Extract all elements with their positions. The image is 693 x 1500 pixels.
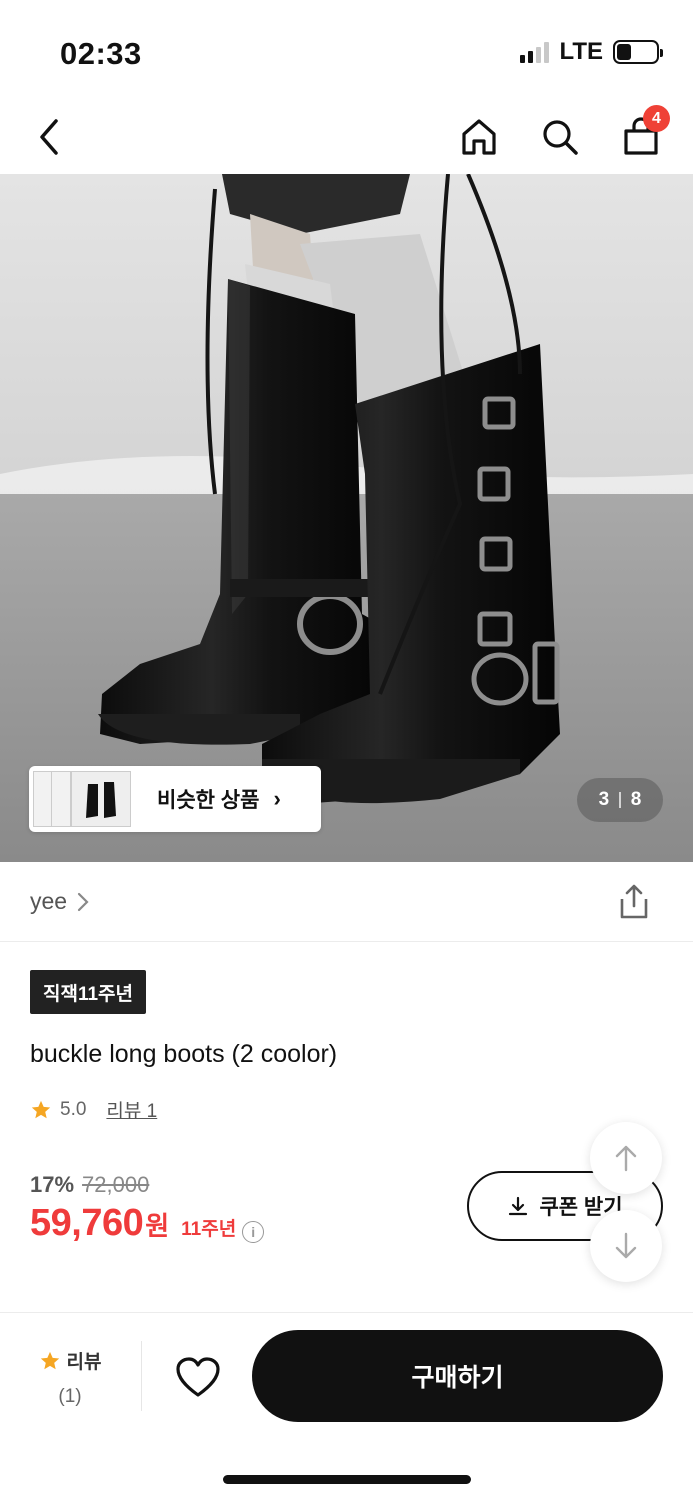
star-icon (40, 1351, 59, 1369)
currency-label: 원 (145, 1211, 170, 1241)
discount-rate: 17% (30, 1172, 75, 1197)
back-icon[interactable] (22, 110, 76, 164)
home-icon[interactable] (452, 110, 506, 164)
cart-count-badge: 4 (643, 105, 670, 132)
status-time: 02:33 (60, 36, 142, 71)
cart-icon[interactable]: 4 (614, 105, 670, 164)
review-tab[interactable]: 리뷰 (1) (28, 1347, 112, 1408)
promo-tag: 직잭11주년 (30, 970, 147, 1014)
similar-products-button[interactable]: 비슷한 상품 › (29, 766, 321, 832)
star-icon (31, 1100, 51, 1118)
review-tab-label: 리뷰 (66, 1352, 102, 1373)
product-image-carousel[interactable]: 비슷한 상품 › 3 8 (0, 174, 693, 862)
similar-products-thumbnails (33, 769, 133, 829)
review-tab-count: (1) (58, 1386, 82, 1407)
rating-value: 5.0 (60, 1098, 87, 1120)
scroll-bottom-button[interactable] (590, 1210, 662, 1282)
chevron-right-icon: › (273, 786, 281, 811)
image-page-indicator: 3 8 (577, 778, 663, 822)
brand-row: yee (0, 862, 693, 942)
original-price: 72,000 (82, 1172, 150, 1197)
chevron-right-icon (77, 892, 89, 911)
page-total: 8 (630, 789, 642, 810)
brand-link[interactable]: yee (30, 888, 89, 915)
buy-button[interactable]: 구매하기 (252, 1330, 663, 1422)
status-indicators: LTE (520, 38, 663, 66)
share-icon[interactable] (614, 882, 654, 922)
bottom-action-bar: 리뷰 (1) 구매하기 (0, 1313, 693, 1500)
status-bar: 02:33 LTE (0, 0, 693, 100)
scroll-top-button[interactable] (590, 1122, 662, 1194)
final-price: 59,760 (30, 1202, 144, 1244)
similar-products-label: 비슷한 상품 (157, 789, 260, 812)
battery-icon (613, 40, 663, 64)
page-current: 3 (598, 789, 610, 810)
product-title: buckle long boots (2 coolor) (30, 1040, 338, 1068)
home-indicator (223, 1475, 471, 1484)
signal-icon (520, 41, 550, 63)
network-label: LTE (559, 38, 603, 65)
download-icon (509, 1196, 528, 1216)
nav-bar: 4 (0, 100, 693, 174)
review-link[interactable]: 리뷰 1 (106, 1096, 157, 1123)
wishlist-heart-icon[interactable] (174, 1355, 222, 1401)
info-icon[interactable]: i (242, 1221, 265, 1243)
search-icon[interactable] (533, 110, 587, 164)
rating-row: 5.0 리뷰 1 (30, 1096, 157, 1123)
arrow-up-icon (615, 1145, 637, 1172)
arrow-down-icon (615, 1232, 637, 1259)
product-photo (0, 174, 693, 862)
price-block: 17% 72,000 59,760 원 11주년 i (30, 1172, 265, 1245)
anniversary-label: 11주년 (181, 1219, 237, 1240)
separator (141, 1341, 142, 1411)
brand-name: yee (30, 888, 68, 914)
